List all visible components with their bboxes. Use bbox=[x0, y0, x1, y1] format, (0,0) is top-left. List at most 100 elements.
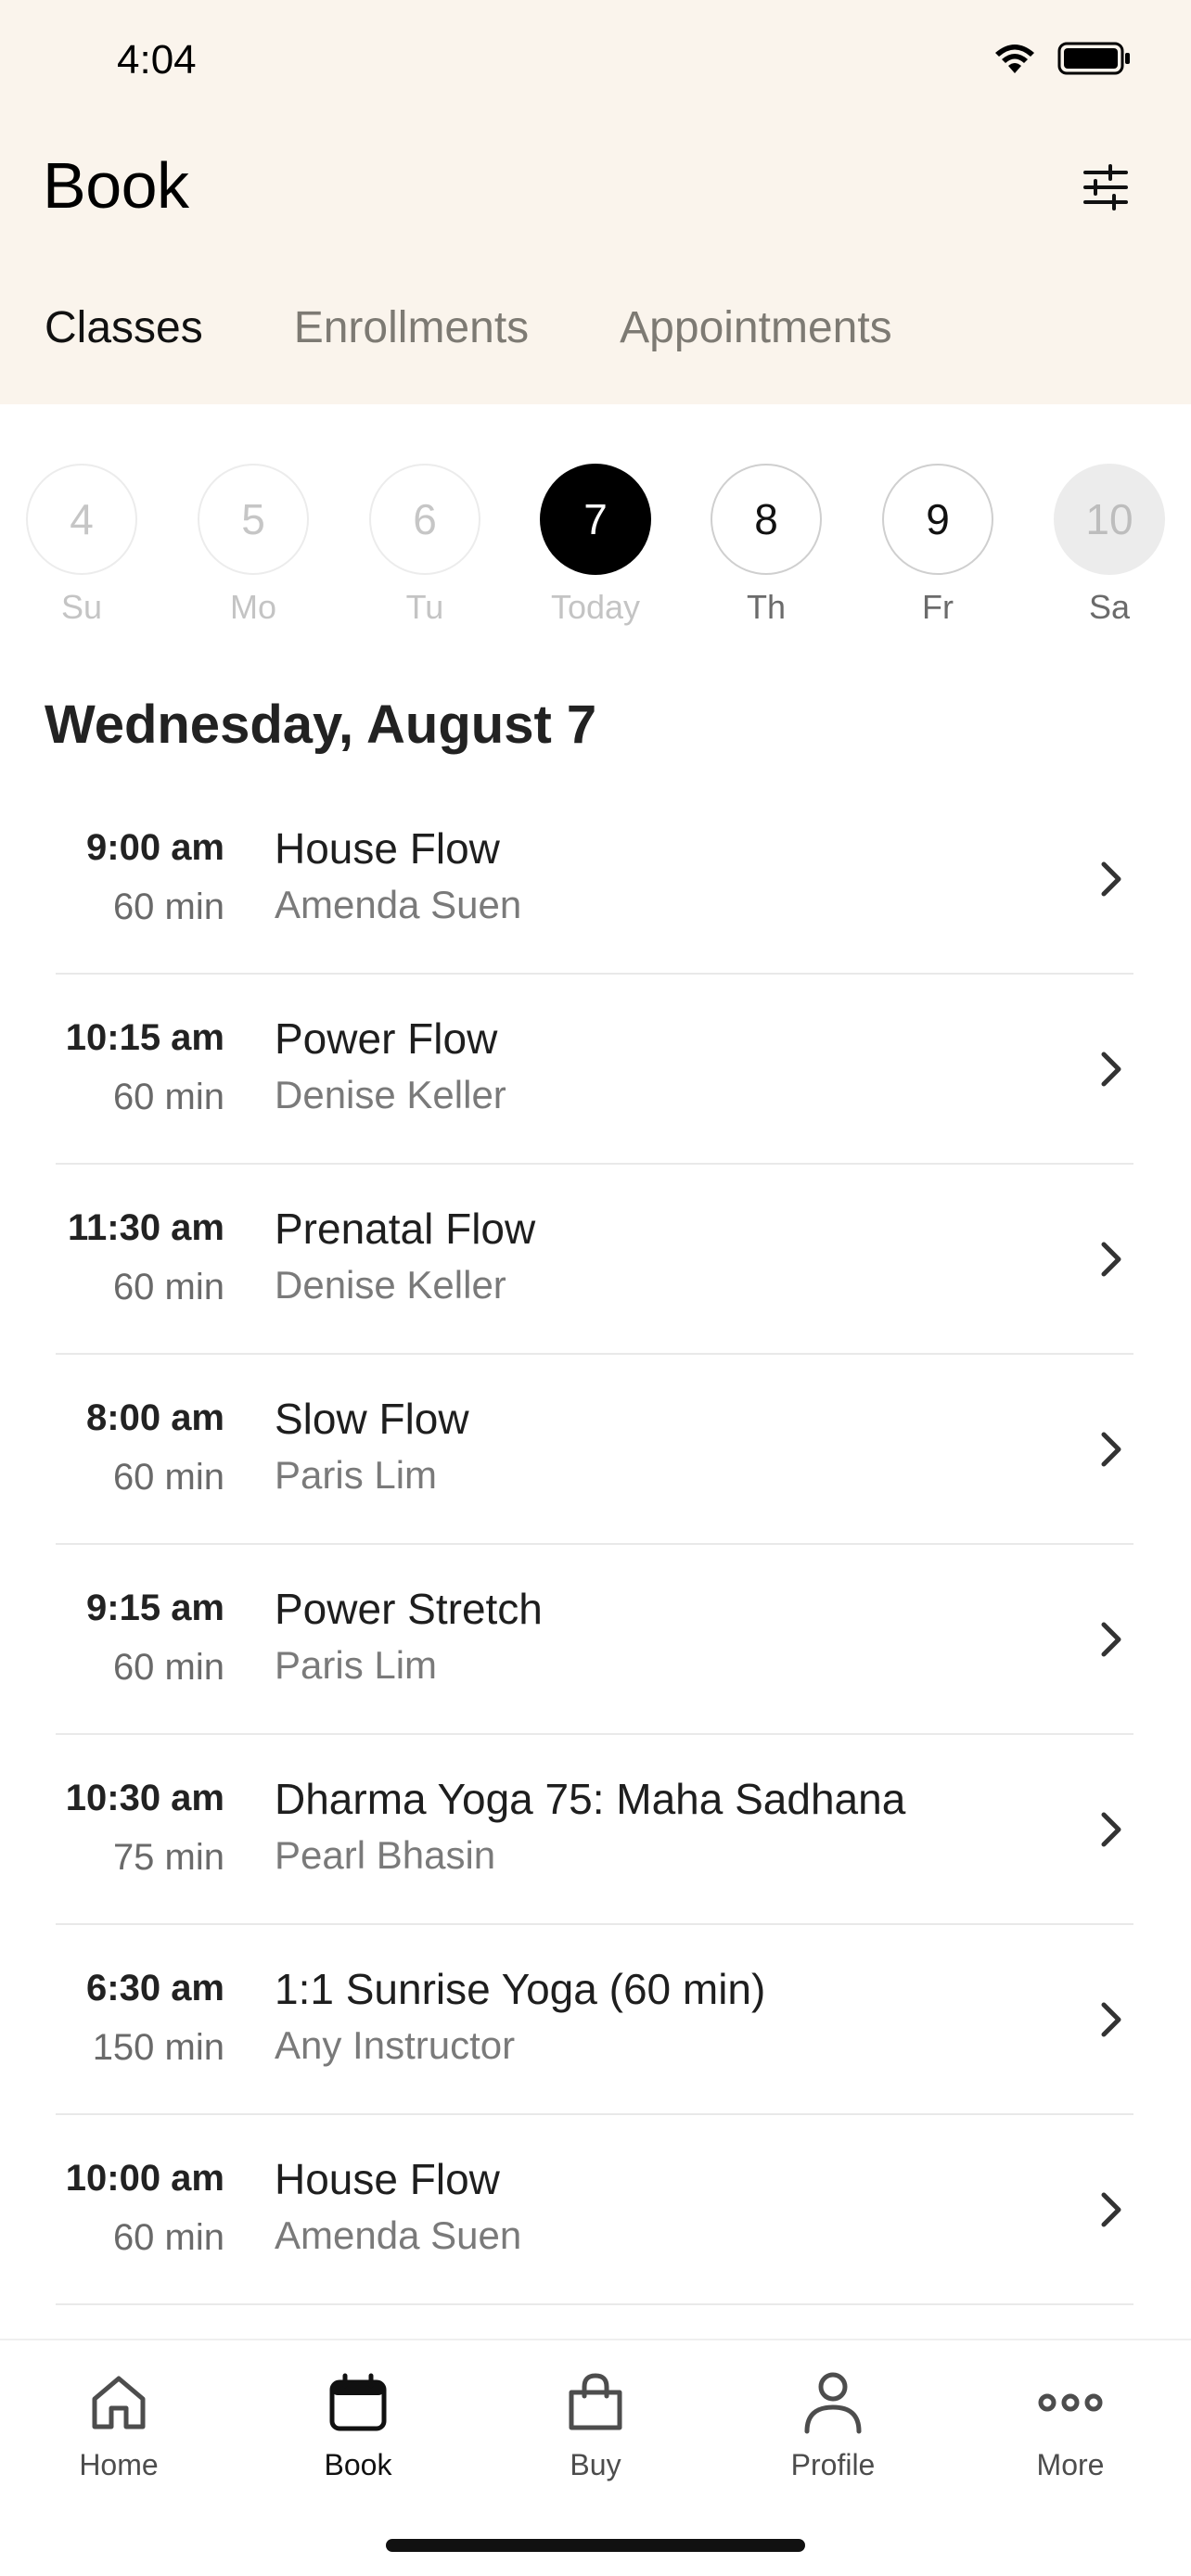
filter-button[interactable] bbox=[1076, 158, 1135, 217]
battery-icon bbox=[1057, 42, 1130, 75]
day-of-week: Today bbox=[550, 588, 641, 626]
day-number: 7 bbox=[540, 464, 651, 575]
nav-buy[interactable]: Buy bbox=[521, 2361, 670, 2482]
home-icon bbox=[92, 2376, 146, 2429]
class-instructor: Amenda Suen bbox=[275, 883, 522, 926]
day-number: 6 bbox=[369, 464, 480, 575]
tab-appointments[interactable]: Appointments bbox=[620, 302, 892, 353]
chevron-right-icon bbox=[1089, 1237, 1133, 1282]
class-list: 9:00 am 60 min House Flow Amenda Suen 10… bbox=[56, 784, 1133, 2305]
class-duration: 60 min bbox=[112, 1267, 224, 1307]
class-row[interactable]: 8:00 am 60 min Slow Flow Paris Lim bbox=[56, 1355, 1133, 1545]
person-icon bbox=[804, 2372, 862, 2434]
day-today[interactable]: 7 Today bbox=[538, 464, 653, 627]
class-name: House Flow bbox=[275, 2155, 500, 2203]
status-time: 4:04 bbox=[117, 37, 197, 83]
class-row[interactable]: 10:30 am 75 min Dharma Yoga 75: Maha Sad… bbox=[56, 1735, 1133, 1925]
class-time: 9:15 am bbox=[86, 1588, 224, 1628]
class-name: Slow Flow bbox=[275, 1395, 469, 1443]
class-row[interactable]: 10:00 am 60 min House Flow Amenda Suen bbox=[56, 2115, 1133, 2305]
day-number: 10 bbox=[1054, 464, 1165, 575]
class-row[interactable]: 11:30 am 60 min Prenatal Flow Denise Kel… bbox=[56, 1165, 1133, 1355]
header: 4:04 Book Classes Enrollments Appointmen… bbox=[0, 0, 1191, 404]
class-row[interactable]: 6:30 am 150 min 1:1 Sunrise Yoga (60 min… bbox=[56, 1925, 1133, 2115]
chevron-right-icon bbox=[1089, 857, 1133, 901]
class-time: 10:00 am bbox=[65, 2158, 224, 2199]
nav-label: Buy bbox=[570, 2448, 621, 2481]
day-saturday[interactable]: 10 Sa bbox=[1052, 464, 1167, 627]
class-time: 9:00 am bbox=[86, 827, 224, 868]
class-duration: 60 min bbox=[112, 2217, 224, 2258]
class-time: 6:30 am bbox=[86, 1968, 224, 2009]
class-row[interactable]: 9:00 am 60 min House Flow Amenda Suen bbox=[56, 784, 1133, 975]
class-name: House Flow bbox=[275, 824, 500, 873]
chevron-right-icon bbox=[1089, 1427, 1133, 1472]
day-of-week: Sa bbox=[1088, 588, 1131, 626]
wifi-icon bbox=[995, 45, 1034, 73]
class-instructor: Paris Lim bbox=[275, 1643, 438, 1687]
class-name: 1:1 Sunrise Yoga (60 min) bbox=[275, 1965, 766, 2013]
day-of-week: Th bbox=[746, 588, 786, 626]
day-tuesday[interactable]: 6 Tu bbox=[367, 464, 482, 627]
class-duration: 60 min bbox=[112, 886, 224, 927]
day-of-week: Su bbox=[60, 588, 103, 626]
nav-label: Home bbox=[79, 2448, 159, 2481]
date-heading: Wednesday, August 7 bbox=[45, 695, 597, 755]
date-strip: 4 Su 5 Mo 6 Tu 7 Today 8 Th 9 Fr 10 Sa bbox=[0, 464, 1191, 631]
class-name: Power Flow bbox=[275, 1014, 498, 1063]
class-duration: 75 min bbox=[112, 1837, 224, 1878]
status-icons bbox=[992, 41, 1132, 76]
nav-label: More bbox=[1036, 2448, 1105, 2481]
class-time: 10:30 am bbox=[65, 1778, 224, 1818]
class-time: 8:00 am bbox=[86, 1397, 224, 1438]
sliders-icon bbox=[1083, 164, 1128, 210]
day-friday[interactable]: 9 Fr bbox=[880, 464, 995, 627]
class-duration: 60 min bbox=[112, 1077, 224, 1117]
class-name: Dharma Yoga 75: Maha Sadhana bbox=[275, 1775, 906, 1823]
class-duration: 60 min bbox=[112, 1457, 224, 1498]
nav-more[interactable]: More bbox=[996, 2361, 1145, 2482]
class-instructor: Amenda Suen bbox=[275, 2213, 522, 2257]
day-monday[interactable]: 5 Mo bbox=[196, 464, 311, 627]
more-dots-icon bbox=[1038, 2393, 1103, 2412]
day-number: 4 bbox=[26, 464, 137, 575]
class-time: 11:30 am bbox=[67, 1207, 224, 1248]
class-time: 10:15 am bbox=[65, 1017, 224, 1058]
class-instructor: Any Instructor bbox=[275, 2023, 516, 2067]
chevron-right-icon bbox=[1089, 1807, 1133, 1852]
chevron-right-icon bbox=[1089, 1047, 1133, 1091]
shopping-bag-icon bbox=[569, 2373, 622, 2430]
class-name: Power Stretch bbox=[275, 1585, 543, 1633]
nav-label: Book bbox=[324, 2448, 392, 2481]
day-number: 9 bbox=[882, 464, 993, 575]
home-indicator bbox=[386, 2539, 805, 2552]
day-of-week: Fr bbox=[922, 588, 954, 626]
class-duration: 60 min bbox=[112, 1647, 224, 1688]
class-instructor: Denise Keller bbox=[275, 1073, 506, 1116]
day-of-week: Mo bbox=[229, 588, 276, 626]
day-number: 5 bbox=[198, 464, 309, 575]
chevron-right-icon bbox=[1089, 1997, 1133, 2042]
tab-bar: Classes Enrollments Appointments bbox=[45, 302, 892, 353]
nav-home[interactable]: Home bbox=[45, 2361, 193, 2482]
nav-label: Profile bbox=[790, 2448, 876, 2481]
page-title: Book bbox=[43, 149, 189, 222]
day-sunday[interactable]: 4 Su bbox=[24, 464, 139, 627]
day-of-week: Tu bbox=[405, 588, 444, 626]
nav-profile[interactable]: Profile bbox=[759, 2361, 907, 2482]
day-thursday[interactable]: 8 Th bbox=[709, 464, 824, 627]
chevron-right-icon bbox=[1089, 2187, 1133, 2232]
class-name: Prenatal Flow bbox=[275, 1205, 536, 1253]
calendar-icon bbox=[329, 2373, 387, 2431]
class-duration: 150 min bbox=[92, 2027, 224, 2068]
tab-enrollments[interactable]: Enrollments bbox=[294, 302, 529, 353]
class-row[interactable]: 10:15 am 60 min Power Flow Denise Keller bbox=[56, 975, 1133, 1165]
class-row[interactable]: 9:15 am 60 min Power Stretch Paris Lim bbox=[56, 1545, 1133, 1735]
class-instructor: Pearl Bhasin bbox=[275, 1833, 496, 1877]
day-number: 8 bbox=[711, 464, 822, 575]
class-instructor: Denise Keller bbox=[275, 1263, 506, 1307]
tab-classes[interactable]: Classes bbox=[45, 302, 203, 353]
class-instructor: Paris Lim bbox=[275, 1453, 438, 1497]
nav-book[interactable]: Book bbox=[284, 2361, 432, 2482]
chevron-right-icon bbox=[1089, 1617, 1133, 1662]
